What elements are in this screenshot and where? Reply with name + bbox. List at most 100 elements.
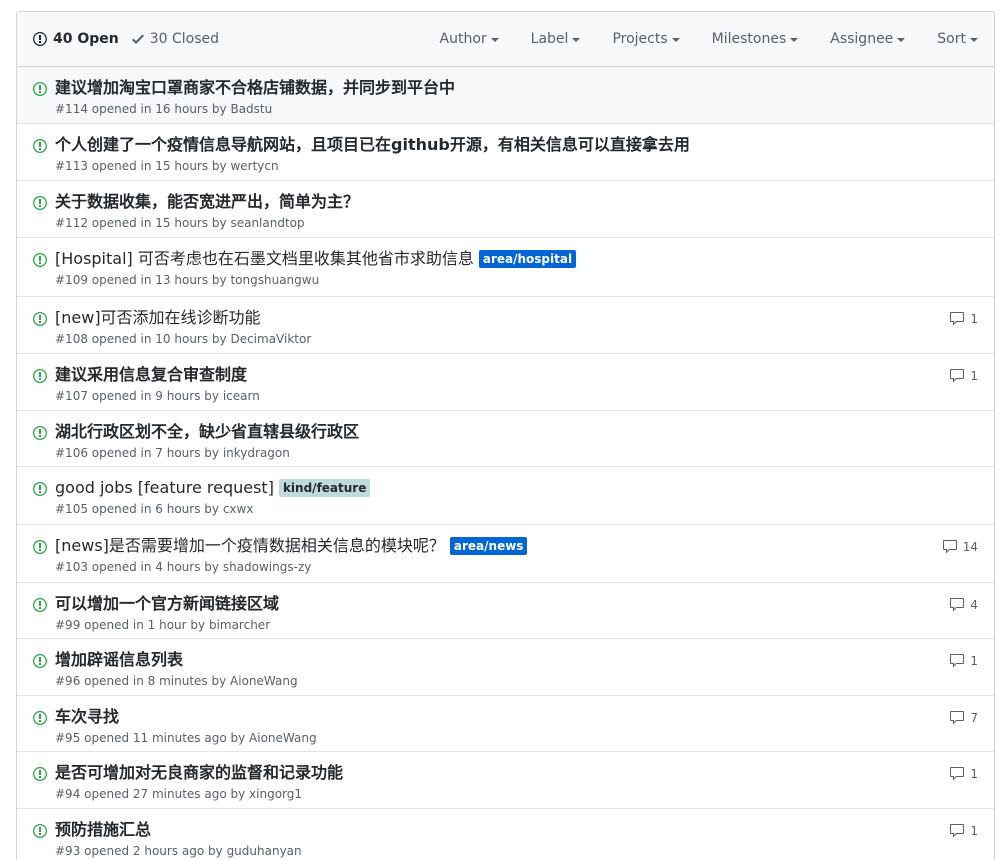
closed-issues-count: 30 Closed (149, 31, 220, 47)
author-filter[interactable]: Author (424, 31, 515, 47)
issue-row[interactable]: 个人创建了一个疫情信息导航网站，且项目已在github开源，有相关信息可以直接拿… (17, 124, 994, 181)
issue-title-line: 建议采用信息复合审查制度 (55, 363, 978, 387)
issue-title-link[interactable]: 预防措施汇总 (55, 818, 151, 842)
caret-down-icon (970, 38, 978, 42)
issue-label[interactable]: kind/feature (278, 479, 371, 497)
issue-title-line: 关于数据收集，能否宽进严出，简单为主？ (55, 190, 978, 214)
issue-meta: #95 opened 11 minutes ago by AioneWang (55, 731, 317, 745)
issue-meta: #113 opened in 15 hours by wertycn (55, 159, 279, 173)
issue-row[interactable]: good jobs [feature request] kind/feature #… (17, 467, 994, 525)
issue-row[interactable]: [new]可否添加在线诊断功能 #108 opened in 10 hours b… (17, 297, 994, 354)
issue-title-link[interactable]: good jobs [feature request] (55, 476, 274, 500)
issue-meta: #99 opened in 1 hour by bimarcher (55, 618, 271, 632)
issue-content: 车次寻找 #95 opened 11 minutes ago by AioneWa… (55, 705, 978, 746)
comment-count: 1 (970, 369, 978, 383)
issue-opened-icon (33, 767, 47, 781)
comment-count-link[interactable]: 1 (949, 766, 978, 782)
issue-row[interactable]: 预防措施汇总 #93 opened 2 hours ago by guduhany… (17, 809, 994, 860)
comment-icon (950, 711, 965, 725)
comment-icon (950, 654, 965, 668)
comment-count: 1 (970, 654, 978, 668)
issue-opened-icon (33, 482, 47, 496)
comment-count-link[interactable]: 4 (949, 597, 978, 613)
issue-title-link[interactable]: [news]是否需要增加一个疫情数据相关信息的模块呢？ (55, 534, 445, 558)
issue-title-line: 个人创建了一个疫情信息导航网站，且项目已在github开源，有相关信息可以直接拿… (55, 133, 978, 157)
comment-count-link[interactable]: 1 (949, 653, 978, 669)
issue-row[interactable]: 车次寻找 #95 opened 11 minutes ago by AioneWa… (17, 696, 994, 752)
issue-title-link[interactable]: 湖北行政区划不全，缺少省直辖县级行政区 (55, 420, 359, 444)
issue-opened-icon (33, 824, 47, 838)
issue-content: 建议采用信息复合审查制度 #107 opened in 9 hours by ic… (55, 363, 978, 404)
issue-content: 可以增加一个官方新闻链接区域 #99 opened in 1 hour by bi… (55, 592, 978, 633)
issue-label[interactable]: area/news (449, 537, 528, 555)
issue-content: 个人创建了一个疫情信息导航网站，且项目已在github开源，有相关信息可以直接拿… (55, 133, 978, 174)
issue-row[interactable]: 可以增加一个官方新闻链接区域 #99 opened in 1 hour by bi… (17, 583, 994, 639)
issues-list-header: 40 Open 30 Closed Author Label Projects … (17, 12, 994, 67)
comment-count-link[interactable]: 1 (949, 368, 978, 384)
issue-row[interactable]: [news]是否需要增加一个疫情数据相关信息的模块呢？ area/news #103… (17, 525, 994, 583)
comment-count: 4 (970, 598, 978, 612)
comment-count: 1 (970, 824, 978, 838)
open-issues-tab[interactable]: 40 Open (33, 31, 119, 47)
projects-filter[interactable]: Projects (596, 31, 695, 47)
issue-row[interactable]: [Hospital] 可否考虑也在石墨文档里收集其他省市求助信息 area/hos… (17, 238, 994, 297)
label-filter[interactable]: Label (515, 31, 597, 47)
issue-content: [new]可否添加在线诊断功能 #108 opened in 10 hours b… (55, 306, 978, 347)
issue-title-link[interactable]: 建议采用信息复合审查制度 (55, 363, 247, 387)
issue-state-toggle: 40 Open 30 Closed (33, 31, 219, 47)
open-issues-count: 40 Open (53, 31, 119, 47)
issue-content: 关于数据收集，能否宽进严出，简单为主？ #112 opened in 15 hou… (55, 190, 978, 231)
issue-title-link[interactable]: 个人创建了一个疫情信息导航网站，且项目已在github开源，有相关信息可以直接拿… (55, 133, 690, 157)
issue-meta: #109 opened in 13 hours by tongshuangwu (55, 273, 320, 287)
issue-title-link[interactable]: [Hospital] 可否考虑也在石墨文档里收集其他省市求助信息 (55, 247, 474, 271)
issue-title-link[interactable]: 增加辟谣信息列表 (55, 648, 183, 672)
comment-count: 7 (970, 711, 978, 725)
issue-title-line: 可以增加一个官方新闻链接区域 (55, 592, 978, 616)
issue-row[interactable]: 是否可增加对无良商家的监督和记录功能 #94 opened 27 minutes … (17, 752, 994, 809)
issue-content: good jobs [feature request] kind/feature #… (55, 476, 978, 517)
comment-count-link[interactable]: 1 (949, 311, 978, 327)
issue-row[interactable]: 关于数据收集，能否宽进严出，简单为主？ #112 opened in 15 hou… (17, 181, 994, 238)
filter-toolbar: Author Label Projects Milestones Assigne… (424, 31, 978, 47)
issue-opened-icon (33, 139, 47, 153)
issue-content: 是否可增加对无良商家的监督和记录功能 #94 opened 27 minutes … (55, 761, 978, 802)
issue-row[interactable]: 湖北行政区划不全，缺少省直辖县级行政区 #106 opened in 7 hour… (17, 411, 994, 467)
issue-content: [Hospital] 可否考虑也在石墨文档里收集其他省市求助信息 area/hos… (55, 247, 978, 288)
issue-title-line: 车次寻找 (55, 705, 978, 729)
issue-title-link[interactable]: 建议增加淘宝口罩商家不合格店铺数据，并同步到平台中 (55, 76, 455, 100)
caret-down-icon (897, 38, 906, 42)
issue-row[interactable]: 建议采用信息复合审查制度 #107 opened in 9 hours by ic… (17, 354, 994, 411)
issue-row[interactable]: 增加辟谣信息列表 #96 opened in 8 minutes by Aione… (17, 639, 994, 696)
comment-count: 14 (962, 540, 978, 554)
issue-title-line: 增加辟谣信息列表 (55, 648, 978, 672)
issue-opened-icon (33, 32, 47, 46)
sort-filter[interactable]: Sort (921, 31, 978, 47)
issue-opened-icon (33, 196, 47, 210)
comment-count-link[interactable]: 7 (949, 710, 978, 726)
comment-count-link[interactable]: 14 (942, 539, 978, 555)
issue-title-line: good jobs [feature request] kind/feature (55, 476, 978, 500)
issue-row[interactable]: 建议增加淘宝口罩商家不合格店铺数据，并同步到平台中 #114 opened in … (17, 67, 994, 124)
issue-content: [news]是否需要增加一个疫情数据相关信息的模块呢？ area/news #103… (55, 534, 978, 575)
comment-icon (950, 312, 965, 326)
issue-opened-icon (33, 598, 47, 612)
issue-title-link[interactable]: 车次寻找 (55, 705, 119, 729)
caret-down-icon (572, 38, 581, 42)
issue-title-line: [Hospital] 可否考虑也在石墨文档里收集其他省市求助信息 area/hos… (55, 247, 978, 271)
issue-title-link[interactable]: 关于数据收集，能否宽进严出，简单为主？ (55, 190, 359, 214)
comment-icon (950, 369, 965, 383)
issue-opened-icon (33, 654, 47, 668)
milestones-filter[interactable]: Milestones (696, 31, 815, 47)
closed-issues-tab[interactable]: 30 Closed (131, 31, 220, 47)
caret-down-icon (671, 38, 680, 42)
comment-count-link[interactable]: 1 (949, 823, 978, 839)
issue-label[interactable]: area/hospital (478, 250, 577, 268)
issue-title-link[interactable]: 是否可增加对无良商家的监督和记录功能 (55, 761, 343, 785)
assignee-filter[interactable]: Assignee (814, 31, 921, 47)
issue-opened-icon (33, 312, 47, 326)
issue-meta: #103 opened in 4 hours by shadowings-zy (55, 560, 312, 574)
issue-title-line: 湖北行政区划不全，缺少省直辖县级行政区 (55, 420, 978, 444)
issue-title-line: 建议增加淘宝口罩商家不合格店铺数据，并同步到平台中 (55, 76, 978, 100)
issue-title-link[interactable]: [new]可否添加在线诊断功能 (55, 306, 261, 330)
issue-title-link[interactable]: 可以增加一个官方新闻链接区域 (55, 592, 279, 616)
